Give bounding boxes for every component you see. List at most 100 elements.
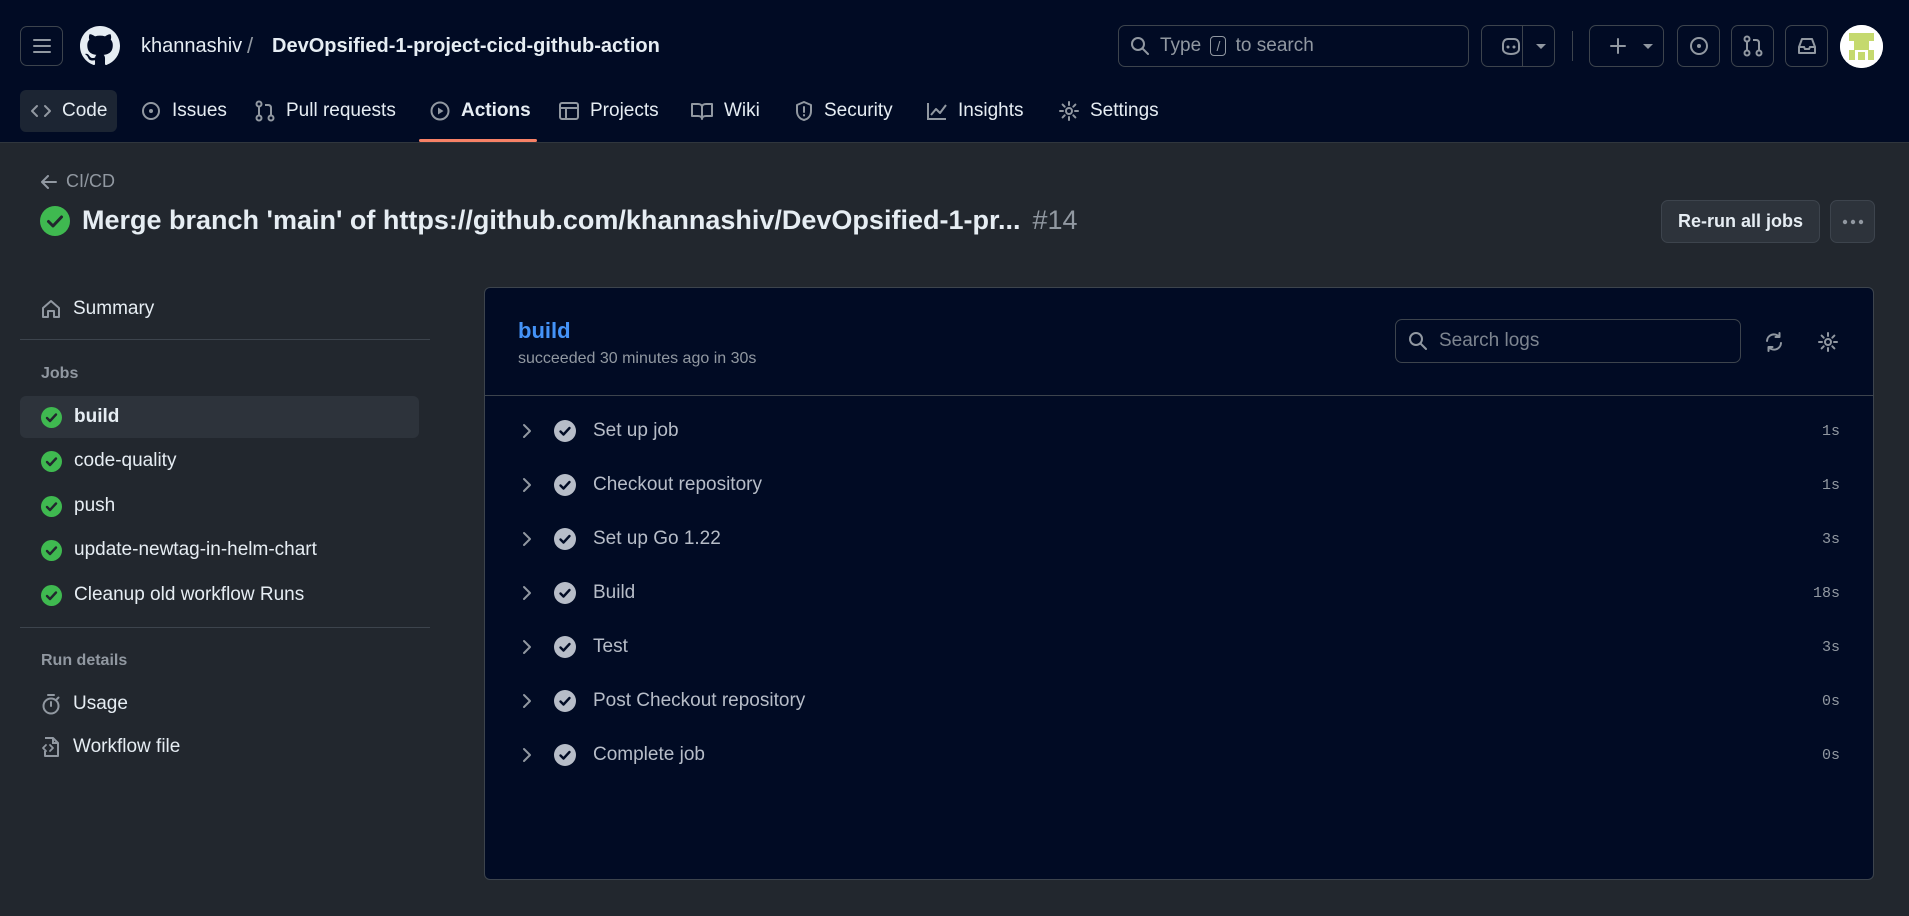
chevron-right-icon <box>523 694 531 708</box>
step-row[interactable]: Checkout repository 1s <box>485 458 1873 512</box>
github-logo-icon[interactable] <box>80 26 120 66</box>
step-row[interactable]: Post Checkout repository 0s <box>485 674 1873 728</box>
step-label: Test <box>593 636 628 657</box>
check-circle-icon <box>41 495 62 517</box>
search-suffix: to search <box>1235 35 1314 56</box>
search-logs-field[interactable] <box>1395 319 1741 363</box>
sidebar-item-summary[interactable]: Summary <box>20 288 419 330</box>
sidebar-item-label: build <box>74 406 120 427</box>
step-row[interactable]: Set up job 1s <box>485 404 1873 458</box>
sidebar-item-label: update-newtag-in-helm-chart <box>74 539 317 560</box>
menu-button[interactable] <box>20 26 63 66</box>
issues-button[interactable] <box>1677 25 1720 67</box>
check-circle-icon <box>41 539 62 561</box>
breadcrumb-repo[interactable]: DevOpsified-1-project-cicd-github-action <box>272 35 660 58</box>
step-duration: 18s <box>1812 585 1840 602</box>
step-duration: 1s <box>1821 477 1840 494</box>
step-duration: 0s <box>1821 747 1840 764</box>
tab-projects[interactable]: Projects <box>548 90 669 132</box>
tab-pull-requests[interactable]: Pull requests <box>244 90 406 132</box>
file-code-icon <box>42 737 59 757</box>
chevron-right-icon <box>523 586 531 600</box>
tab-issues[interactable]: Issues <box>130 90 237 132</box>
page-title: Merge branch 'main' of https://github.co… <box>40 205 1078 236</box>
chevron-down-icon[interactable] <box>1535 43 1547 51</box>
step-row[interactable]: Set up Go 1.22 3s <box>485 512 1873 566</box>
issue-icon <box>142 102 160 120</box>
avatar[interactable] <box>1840 25 1883 68</box>
sidebar-item-job-cleanup[interactable]: Cleanup old workflow Runs <box>20 574 419 616</box>
refresh-button[interactable] <box>1759 327 1789 357</box>
tab-security[interactable]: Security <box>784 90 903 132</box>
step-row[interactable]: Build 18s <box>485 566 1873 620</box>
sidebar-item-job-code-quality[interactable]: code-quality <box>20 440 419 482</box>
chevron-down-icon <box>1643 44 1653 49</box>
check-circle-icon <box>554 528 576 550</box>
sidebar-item-usage[interactable]: Usage <box>20 683 419 725</box>
search-icon <box>1131 37 1149 55</box>
breadcrumb-owner[interactable]: khannashiv <box>141 35 242 58</box>
copilot-button[interactable] <box>1481 25 1555 67</box>
arrow-left-icon <box>41 174 57 189</box>
create-new-button[interactable] <box>1589 25 1664 67</box>
sidebar-item-label: Cleanup old workflow Runs <box>74 584 305 605</box>
chevron-right-icon <box>523 478 531 492</box>
global-header: khannashiv / DevOpsified-1-project-cicd-… <box>0 0 1909 143</box>
step-duration: 1s <box>1821 423 1840 440</box>
step-row[interactable]: Test 3s <box>485 620 1873 674</box>
tab-settings[interactable]: Settings <box>1048 90 1169 132</box>
sidebar-item-workflow-file[interactable]: Workflow file <box>20 726 419 768</box>
step-label: Post Checkout repository <box>593 690 806 711</box>
check-circle-icon <box>554 474 576 496</box>
tab-label: Pull requests <box>286 100 396 121</box>
pull-request-icon <box>1743 35 1762 57</box>
sidebar-item-label: push <box>74 495 116 516</box>
inbox-button[interactable] <box>1785 25 1828 67</box>
code-icon <box>31 105 51 117</box>
sidebar-item-label: Workflow file <box>73 736 181 757</box>
chevron-right-icon <box>523 640 531 654</box>
shield-icon <box>796 101 812 121</box>
active-tab-indicator <box>419 139 537 142</box>
step-label: Set up job <box>593 420 679 441</box>
tab-wiki[interactable]: Wiki <box>680 90 770 132</box>
rerun-all-jobs-button[interactable]: Re-run all jobs <box>1661 200 1820 243</box>
step-label: Build <box>593 582 636 603</box>
step-label: Set up Go 1.22 <box>593 528 721 549</box>
tab-label: Issues <box>172 100 227 121</box>
pull-requests-button[interactable] <box>1731 25 1774 67</box>
step-label: Complete job <box>593 744 705 765</box>
chevron-right-icon <box>523 748 531 762</box>
copilot-icon <box>1502 38 1520 56</box>
tab-code[interactable]: Code <box>20 90 118 132</box>
check-circle-icon <box>554 636 576 658</box>
sidebar-divider <box>20 627 430 628</box>
log-settings-button[interactable] <box>1813 327 1843 357</box>
check-circle-icon <box>41 450 62 472</box>
home-icon <box>42 300 60 318</box>
sidebar-item-label: Usage <box>73 693 128 714</box>
tab-insights[interactable]: Insights <box>916 90 1033 132</box>
plus-icon <box>1609 38 1626 54</box>
stopwatch-icon <box>42 694 60 715</box>
pull-request-icon <box>255 100 275 122</box>
sidebar-divider <box>20 339 430 340</box>
tab-actions[interactable]: Actions <box>419 90 541 132</box>
sidebar-item-job-push[interactable]: push <box>20 485 419 527</box>
step-row[interactable]: Complete job 0s <box>485 728 1873 782</box>
search-logs-input[interactable] <box>1439 330 1729 352</box>
job-logs-panel: build succeeded 30 minutes ago in 30s Se… <box>484 287 1874 880</box>
gear-icon <box>1059 101 1079 121</box>
more-options-button[interactable] <box>1830 200 1875 243</box>
back-link[interactable]: CI/CD <box>41 171 115 192</box>
job-name-link[interactable]: build <box>518 318 571 344</box>
hamburger-icon <box>32 39 51 53</box>
tab-label: Actions <box>461 100 531 121</box>
tab-label: Security <box>824 100 893 121</box>
header-divider <box>1572 31 1573 61</box>
check-circle-icon <box>554 744 576 766</box>
sidebar-item-job-update-newtag[interactable]: update-newtag-in-helm-chart <box>20 529 419 571</box>
job-header: build succeeded 30 minutes ago in 30s <box>485 288 1873 396</box>
global-search-input[interactable]: Type / to search <box>1118 25 1469 67</box>
sidebar-item-job-build[interactable]: build <box>20 396 419 438</box>
